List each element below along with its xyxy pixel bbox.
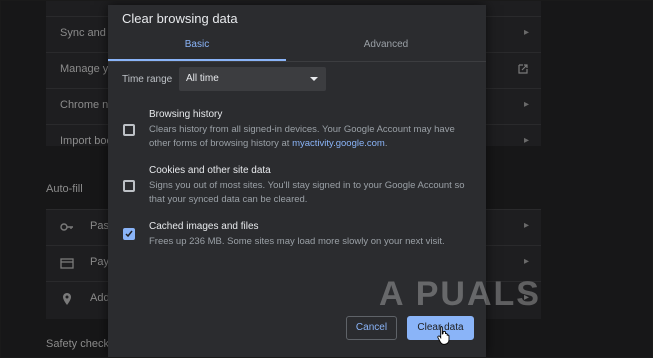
dialog-title: Clear browsing data <box>122 11 238 26</box>
external-link-icon <box>517 63 529 78</box>
option-description: Frees up 236 MB. Some sites may load mor… <box>149 236 445 247</box>
time-range-select[interactable]: All time <box>179 67 326 91</box>
option-description: Clears history from all signed-in device… <box>149 123 474 151</box>
hand-cursor-icon <box>437 326 450 345</box>
dropdown-arrow-icon <box>310 77 318 81</box>
option-title: Browsing history <box>149 109 223 120</box>
key-icon <box>60 223 73 231</box>
watermark-text: A PUALS <box>379 275 541 313</box>
tab-basic[interactable]: Basic <box>108 31 286 61</box>
location-pin-icon <box>63 293 71 305</box>
credit-card-icon <box>60 258 74 269</box>
autofill-heading: Auto-fill <box>46 183 83 195</box>
option-description: Signs you out of most sites. You'll stay… <box>149 180 465 205</box>
tab-advanced[interactable]: Advanced <box>297 31 475 61</box>
row-label: Import boo <box>60 135 113 147</box>
chevron-right-icon: ▸ <box>523 135 529 146</box>
chevron-right-icon: ▸ <box>523 220 529 231</box>
cached-images-checkbox[interactable] <box>123 228 135 240</box>
safety-check-heading: Safety check <box>46 338 109 350</box>
time-range-value: All time <box>186 73 219 84</box>
chevron-right-icon: ▸ <box>523 27 529 38</box>
chevron-right-icon: ▸ <box>523 99 529 110</box>
myactivity-link[interactable]: myactivity.google.com <box>292 138 385 149</box>
row-label: Chrome na <box>60 99 115 111</box>
option-title: Cached images and files <box>149 221 259 232</box>
chevron-right-icon: ▸ <box>523 256 529 267</box>
screenshot-frame: Sync and G ▸ Manage yo Chrome na ▸ Impor… <box>0 0 653 358</box>
dialog-tabs: Basic Advanced <box>108 31 486 62</box>
cookies-checkbox[interactable] <box>123 180 135 192</box>
time-range-label: Time range <box>122 74 173 85</box>
browsing-history-checkbox[interactable] <box>123 124 135 136</box>
row-label: Manage yo <box>60 63 115 75</box>
appuals-watermark: A PUALS <box>379 271 619 321</box>
row-label: Add <box>90 292 110 304</box>
option-title: Cookies and other site data <box>149 165 271 176</box>
option-desc-suffix: . <box>384 138 388 149</box>
checkmark-icon <box>125 230 133 238</box>
